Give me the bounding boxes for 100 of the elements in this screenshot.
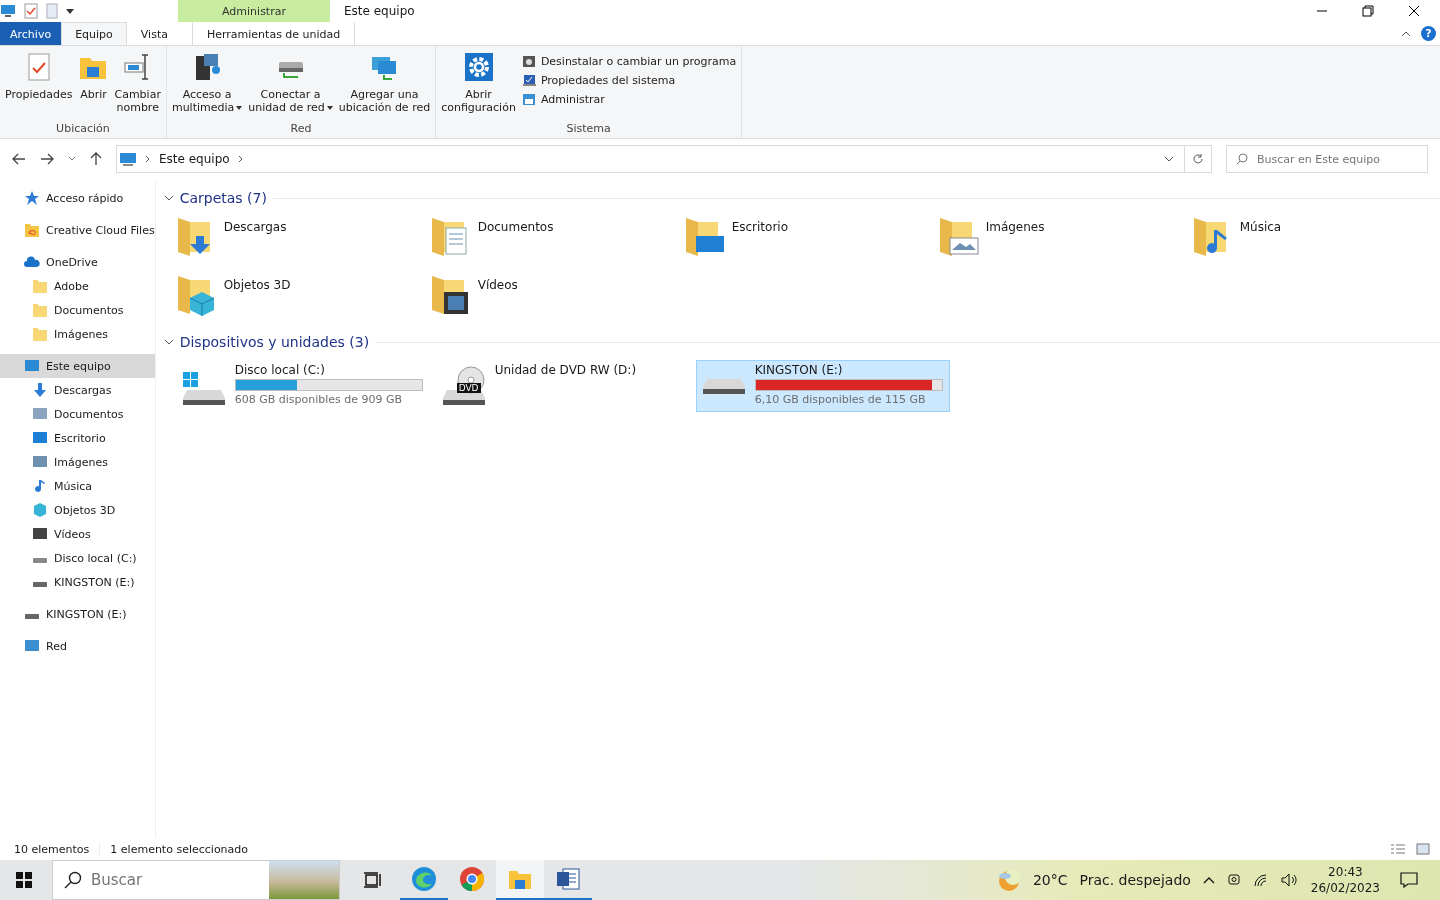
- selection-count: 1 elemento seleccionado: [99, 842, 249, 856]
- sidebar-item[interactable]: Red: [0, 634, 155, 658]
- sidebar-item[interactable]: Imágenes: [0, 322, 155, 346]
- browser-wave-icon: [411, 866, 437, 892]
- ribbon-button[interactable]: Abrir configuración: [439, 50, 518, 122]
- checklist-icon[interactable]: [24, 3, 38, 19]
- music-note-icon: [32, 478, 48, 494]
- speaker-icon[interactable]: [1280, 873, 1299, 887]
- ribbon-button[interactable]: Conectar a unidad de red: [246, 50, 335, 122]
- camera-icon[interactable]: [1226, 872, 1241, 888]
- sidebar-item[interactable]: Música: [0, 474, 155, 498]
- drive-item[interactable]: KINGSTON (E:) 6,10 GB disponibles de 115 GB: [695, 360, 950, 412]
- folder-item[interactable]: Documentos: [429, 212, 684, 270]
- up-arrow-icon[interactable]: [90, 152, 102, 166]
- desktop-icon: [32, 430, 48, 446]
- folder-item[interactable]: Descargas: [175, 212, 430, 270]
- chevron-down-icon: [163, 338, 174, 346]
- folder-icon: [32, 302, 48, 318]
- caret-icon: [236, 105, 243, 110]
- sidebar-item[interactable]: KINGSTON (E:): [0, 570, 155, 594]
- sidebar-item[interactable]: Adobe: [0, 274, 155, 298]
- ribbon-button[interactable]: Propiedades del sistema: [519, 73, 739, 88]
- chevron-up-icon[interactable]: [1202, 876, 1215, 884]
- chevron-down-icon: [163, 194, 174, 202]
- ribbon-tab[interactable]: Equipo: [61, 22, 127, 45]
- weather-condition[interactable]: Prac. despejado: [1079, 872, 1191, 888]
- chevron-down-icon[interactable]: [1164, 156, 1174, 162]
- ribbon-button[interactable]: Cambiar nombre: [112, 50, 163, 122]
- system-properties-icon: [521, 74, 536, 87]
- sidebar-item[interactable]: Disco local (C:): [0, 546, 155, 570]
- task-view-icon[interactable]: [364, 872, 382, 888]
- breadcrumb[interactable]: Este equipo: [159, 152, 230, 166]
- drive-icon: [700, 377, 747, 395]
- drive-item[interactable]: Disco local (C:) 608 GB disponibles de 909 GB: [175, 360, 430, 412]
- image-icon: [32, 454, 48, 470]
- sidebar-item[interactable]: Documentos: [0, 298, 155, 322]
- ribbon-tab[interactable]: Archivo: [0, 22, 62, 45]
- document-icon: [32, 406, 48, 422]
- chevron-down-icon[interactable]: [68, 156, 76, 162]
- sidebar-item[interactable]: Objetos 3D: [0, 498, 155, 522]
- windows-logo-icon[interactable]: [16, 872, 32, 888]
- folder-item[interactable]: Objetos 3D: [175, 270, 430, 328]
- sidebar-item[interactable]: Este equipo: [0, 354, 155, 378]
- ribbon-button[interactable]: Desinstalar o cambiar un programa: [519, 54, 739, 69]
- chevron-right-icon: [145, 155, 151, 163]
- drive-icon: [32, 556, 48, 564]
- folder-item[interactable]: Imágenes: [937, 212, 1192, 270]
- ribbon-button[interactable]: Propiedades: [3, 50, 75, 122]
- item-count: 10 elementos: [14, 842, 90, 856]
- search-icon: [64, 871, 82, 889]
- folder-icon: [32, 278, 48, 294]
- chevron-up-icon[interactable]: [1401, 29, 1411, 38]
- sidebar-item[interactable]: KINGSTON (E:): [0, 602, 155, 626]
- weather-temperature[interactable]: 20°C: [1032, 872, 1068, 888]
- computer-icon: [24, 358, 40, 374]
- sidebar-item[interactable]: Acceso rápido: [0, 186, 155, 210]
- back-arrow-icon[interactable]: [12, 153, 26, 165]
- drive-icon: [24, 612, 40, 620]
- free-space-text: 6,10 GB disponibles de 115 GB: [754, 393, 927, 406]
- refresh-icon: [1192, 153, 1204, 165]
- film-icon: [32, 526, 48, 542]
- section-header[interactable]: Dispositivos y unidades (3): [163, 328, 1440, 356]
- uninstall-icon: [521, 55, 536, 68]
- ribbon-button[interactable]: Acceso a multimedia: [169, 50, 245, 122]
- notification-icon[interactable]: [1400, 872, 1418, 888]
- sidebar-item[interactable]: OneDrive: [0, 250, 155, 274]
- folder-item[interactable]: Escritorio: [683, 212, 938, 270]
- taskbar-app-button[interactable]: [496, 860, 544, 900]
- clock[interactable]: 20:43 26/02/2023: [1310, 864, 1380, 896]
- ribbon-tab[interactable]: Herramientas de unidad: [191, 22, 356, 45]
- sidebar-item[interactable]: Escritorio: [0, 426, 155, 450]
- browser-ball-icon: [459, 866, 485, 892]
- address-bar[interactable]: Este equipo: [116, 145, 1185, 173]
- help-button[interactable]: ?: [1421, 26, 1436, 41]
- sidebar-item[interactable]: Descargas: [0, 378, 155, 402]
- ribbon-button[interactable]: Administrar: [519, 92, 739, 107]
- caret-icon[interactable]: [66, 7, 74, 15]
- ribbon-button[interactable]: Abrir: [76, 50, 111, 122]
- close-icon[interactable]: [1408, 5, 1420, 17]
- computer-icon[interactable]: [0, 4, 16, 18]
- sidebar-item[interactable]: Imágenes: [0, 450, 155, 474]
- forward-arrow-icon[interactable]: [40, 153, 54, 165]
- context-tab-header: Administrar: [178, 0, 330, 22]
- search-field[interactable]: Buscar en Este equipo: [1226, 145, 1428, 173]
- drive-item[interactable]: DVD Unidad de DVD RW (D:): [435, 360, 690, 412]
- cloud-icon: [24, 254, 40, 270]
- drive-icon: [32, 580, 48, 588]
- sidebar-item[interactable]: Documentos: [0, 402, 155, 426]
- folder-item[interactable]: Música: [1191, 212, 1440, 270]
- wifi-icon[interactable]: [1252, 873, 1269, 887]
- caret-icon: [326, 105, 333, 110]
- folder-item[interactable]: Vídeos: [429, 270, 684, 328]
- folder-icon: [24, 222, 40, 238]
- sidebar-item[interactable]: Creative Cloud Files: [0, 218, 155, 242]
- ribbon-button[interactable]: Agregar una ubicación de red: [336, 50, 433, 122]
- star-icon: [24, 190, 40, 206]
- sidebar-item[interactable]: Vídeos: [0, 522, 155, 546]
- manage-icon: [521, 93, 536, 106]
- restore-icon[interactable]: [1362, 5, 1374, 17]
- section-header[interactable]: Carpetas (7): [163, 184, 1440, 212]
